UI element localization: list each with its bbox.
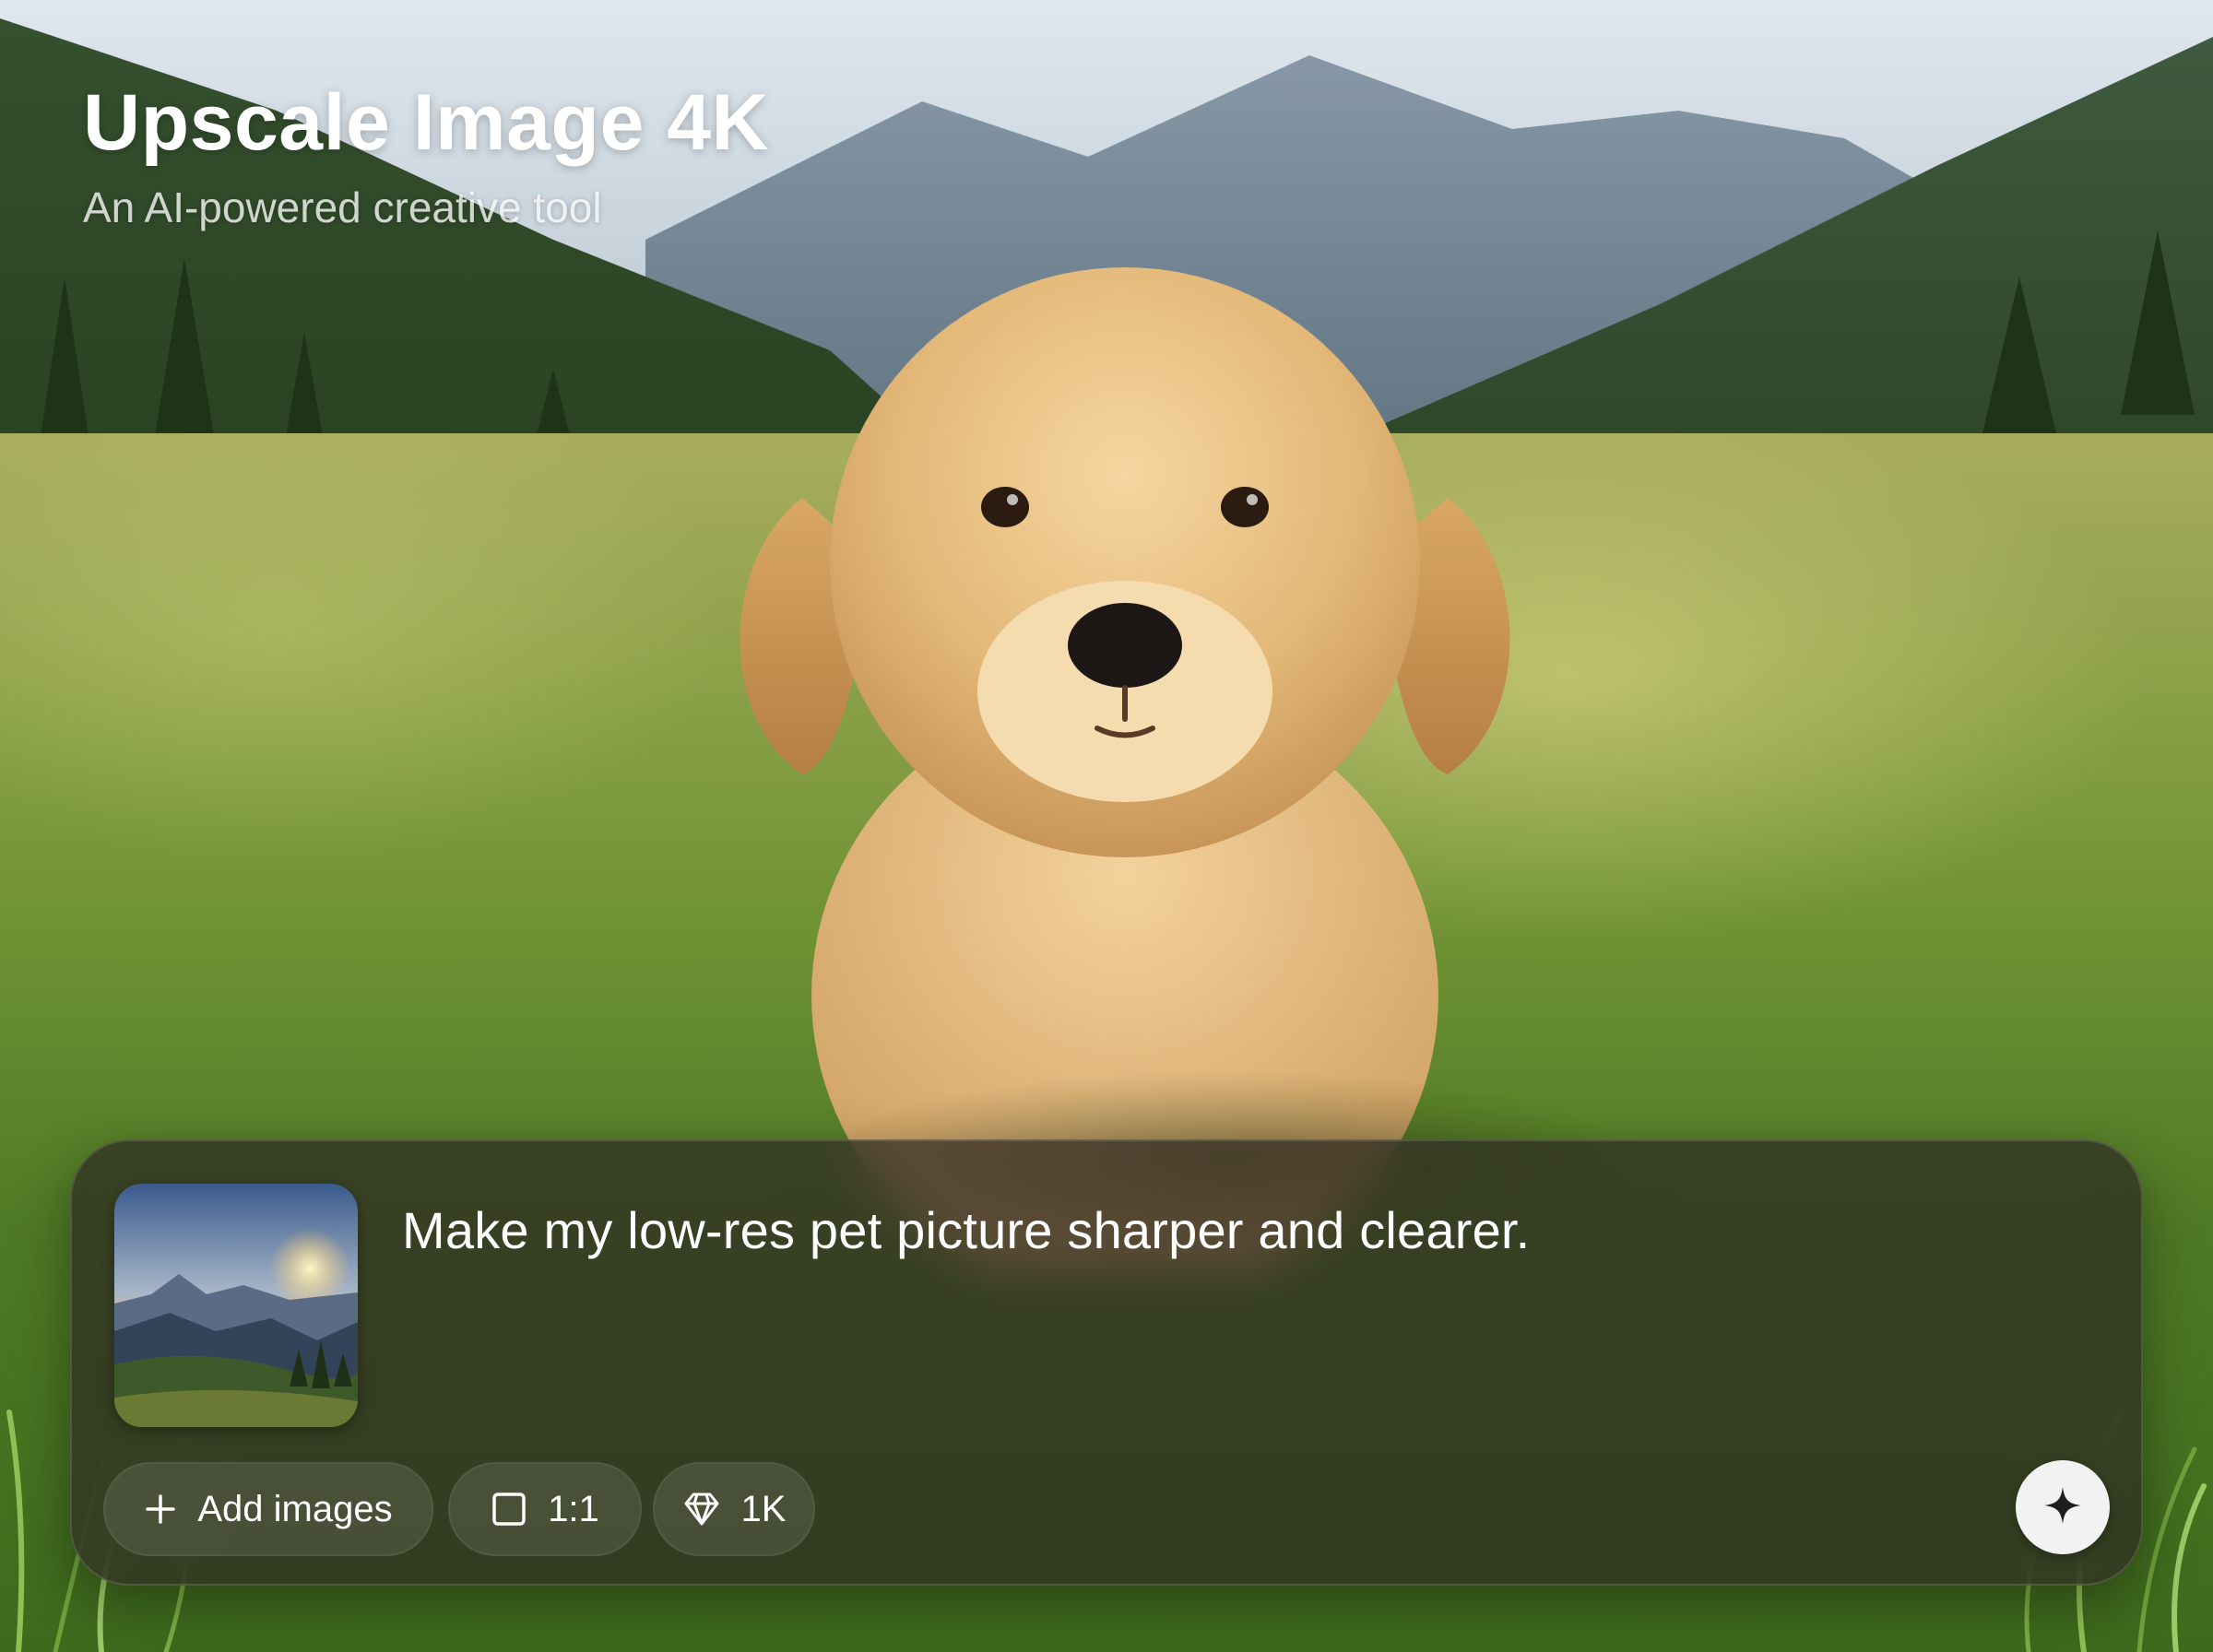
attached-image-thumbnail[interactable]	[114, 1184, 358, 1427]
generate-button[interactable]	[2016, 1460, 2110, 1554]
add-images-label: Add images	[197, 1488, 393, 1529]
page-title: Upscale Image 4K	[83, 78, 770, 167]
page-subtitle: An AI-powered creative tool	[83, 183, 602, 231]
thumbnail-sunset-mountains	[114, 1184, 358, 1427]
sparkle-icon	[2042, 1485, 2083, 1530]
aspect-ratio-label: 1:1	[548, 1488, 599, 1529]
app-stage: Upscale Image 4K An AI-powered creative …	[0, 0, 2213, 1652]
plus-icon	[144, 1493, 177, 1526]
aspect-ratio-button[interactable]: 1:1	[448, 1462, 642, 1556]
prompt-input[interactable]: Make my low-res pet picture sharper and …	[402, 1200, 1530, 1260]
resolution-label: 1K	[740, 1488, 787, 1529]
resolution-button[interactable]: 1K	[653, 1462, 815, 1556]
prompt-composer: Make my low-res pet picture sharper and …	[70, 1139, 2143, 1586]
diamond-icon	[682, 1491, 721, 1528]
square-icon	[491, 1491, 527, 1528]
add-images-button[interactable]: Add images	[103, 1462, 433, 1556]
